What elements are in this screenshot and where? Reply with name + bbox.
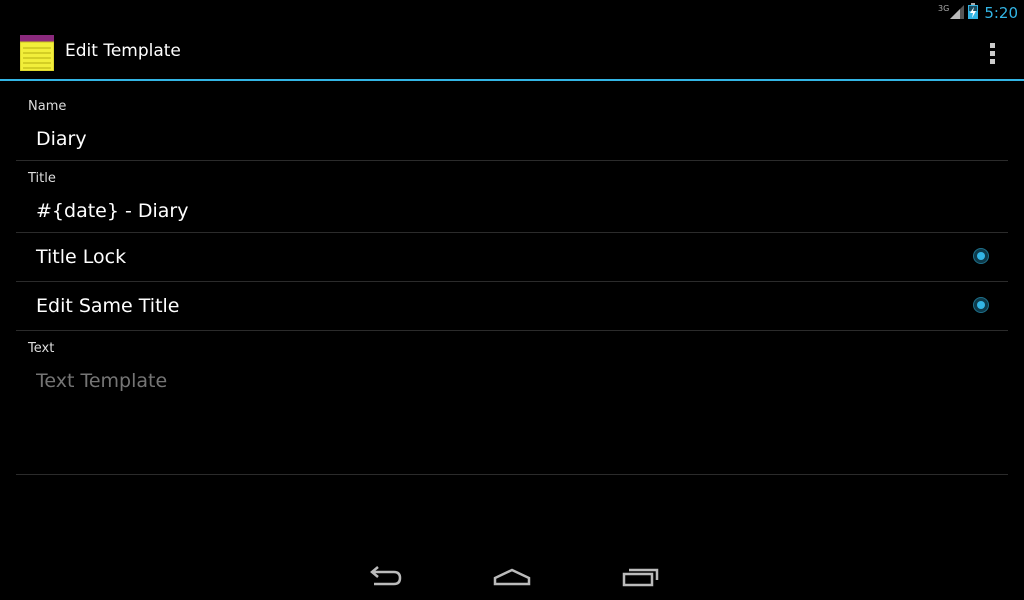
signal-icon bbox=[950, 4, 965, 23]
name-field-group: Name bbox=[16, 81, 1008, 161]
name-input[interactable] bbox=[36, 128, 936, 150]
status-bar: 3G 5:20 bbox=[0, 0, 1024, 25]
text-field-group: Text bbox=[16, 331, 1008, 475]
text-template-input[interactable] bbox=[36, 370, 936, 392]
page-title: Edit Template bbox=[65, 41, 181, 61]
name-label: Name bbox=[28, 99, 67, 114]
title-lock-label: Title Lock bbox=[36, 246, 127, 268]
title-lock-row[interactable]: Title Lock bbox=[16, 233, 1008, 282]
template-form: Name Title Title Lock Edit Same Title Te… bbox=[16, 81, 1008, 475]
radio-checked-indicator bbox=[977, 301, 985, 309]
notepad-icon[interactable] bbox=[19, 35, 55, 72]
title-field-group: Title bbox=[16, 161, 1008, 233]
title-lock-radio[interactable] bbox=[973, 248, 989, 264]
overflow-menu-icon bbox=[989, 50, 995, 56]
back-icon[interactable] bbox=[364, 564, 404, 590]
battery-charging-icon bbox=[968, 3, 979, 23]
network-type-label: 3G bbox=[938, 3, 950, 13]
action-bar: Edit Template bbox=[0, 25, 1024, 81]
overflow-menu-icon bbox=[989, 42, 995, 48]
home-icon[interactable] bbox=[492, 564, 532, 590]
status-icons: 3G 5:20 bbox=[938, 2, 1018, 24]
overflow-menu-icon bbox=[989, 58, 995, 64]
title-label: Title bbox=[28, 171, 56, 186]
edit-same-title-row[interactable]: Edit Same Title bbox=[16, 282, 1008, 331]
text-label: Text bbox=[28, 341, 55, 356]
recent-apps-icon[interactable] bbox=[621, 564, 661, 590]
edit-same-title-radio[interactable] bbox=[973, 297, 989, 313]
navigation-bar bbox=[0, 552, 1024, 600]
edit-same-title-label: Edit Same Title bbox=[36, 295, 180, 317]
status-clock: 5:20 bbox=[984, 4, 1018, 22]
overflow-menu-button[interactable] bbox=[980, 39, 1004, 67]
radio-checked-indicator bbox=[977, 252, 985, 260]
title-input[interactable] bbox=[36, 200, 936, 222]
screen: 3G 5:20 Edit Template Name Diary Title #… bbox=[0, 0, 1024, 600]
